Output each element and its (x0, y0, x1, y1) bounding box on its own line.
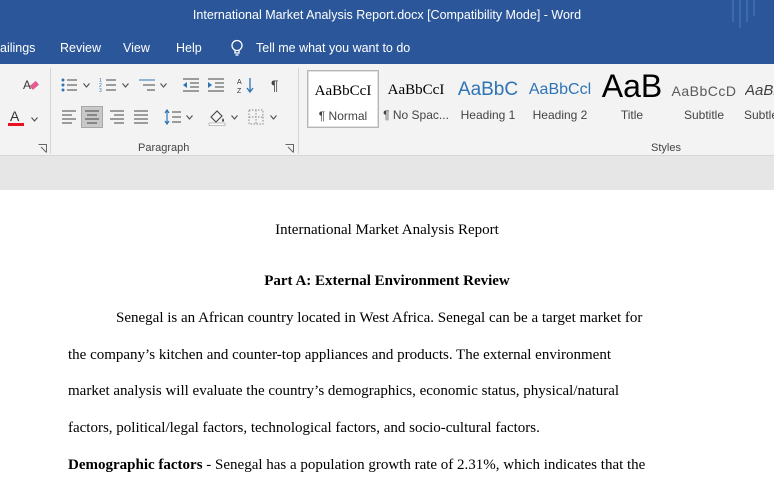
line-spacing-button[interactable] (162, 106, 184, 128)
section-heading: Part A: External Environment Review (264, 273, 510, 289)
style-name: Subtitle (683, 108, 725, 122)
style-preview: AaB (601, 70, 663, 104)
show-formatting-marks-button[interactable]: ¶ (266, 74, 288, 96)
svg-text:A: A (237, 79, 242, 86)
tab-help[interactable]: Help (176, 41, 202, 55)
document-page[interactable]: International Market Analysis Report Par… (0, 190, 774, 493)
style-preview: AaBbCcI (387, 82, 445, 98)
decrease-indent-icon (183, 78, 199, 92)
style-title[interactable]: AaB Title (597, 70, 667, 128)
text-run: - Senegal has a population growth rate o… (202, 457, 646, 473)
style-name: Heading 1 (460, 108, 516, 122)
body-line: Senegal is an African country located in… (116, 310, 643, 326)
svg-text:¶: ¶ (271, 77, 279, 93)
body-line: the company’s kitchen and counter-top ap… (68, 347, 611, 363)
body-line: factors, political/legal factors, techno… (68, 420, 540, 436)
paragraph-group-label: Paragraph (138, 142, 190, 154)
bullets-button[interactable] (58, 74, 80, 96)
align-right-button[interactable] (106, 106, 128, 128)
chevron-down-icon[interactable] (270, 115, 277, 120)
group-separator (298, 68, 299, 154)
svg-text:3: 3 (99, 88, 102, 93)
font-dialog-launcher-icon[interactable] (38, 144, 47, 153)
chevron-down-icon[interactable] (122, 83, 129, 88)
word-window: International Market Analysis Report.doc… (0, 0, 774, 493)
style-preview: AaBbCcI (314, 83, 372, 99)
tell-me-search[interactable]: Tell me what you want to do (256, 41, 410, 55)
tab-mailings[interactable]: ailings (0, 41, 35, 55)
chevron-down-icon[interactable] (83, 83, 90, 88)
bold-run: Demographic factors (68, 457, 203, 473)
numbered-list-icon: 1 2 3 (99, 78, 116, 93)
pilcrow-icon: ¶ (271, 77, 279, 93)
styles-group-label: Styles (651, 142, 681, 154)
style-name: Heading 2 (532, 108, 588, 122)
chevron-down-icon[interactable] (186, 115, 193, 120)
justify-icon (134, 110, 148, 124)
lightbulb-icon[interactable] (230, 39, 244, 57)
window-title: International Market Analysis Report.doc… (192, 8, 582, 22)
font-color-icon: A (8, 108, 24, 126)
style-heading-2[interactable]: AaBbCcl Heading 2 (525, 70, 595, 128)
svg-text:A: A (10, 108, 20, 124)
shading-button[interactable] (206, 106, 228, 128)
style-preview: AaBbC (457, 79, 519, 100)
style-subtitle[interactable]: AaBbCcD Subtitle (669, 70, 739, 128)
decrease-indent-button[interactable] (180, 74, 202, 96)
style-name: Subtle (744, 108, 774, 122)
increase-indent-button[interactable] (205, 74, 227, 96)
chevron-down-icon[interactable] (231, 115, 238, 120)
align-center-icon (85, 110, 99, 124)
chevron-down-icon[interactable] (160, 83, 167, 88)
title-bar: International Market Analysis Report.doc… (0, 0, 774, 33)
body-line: Demographic factors - Senegal has a popu… (68, 457, 645, 474)
style-preview: AaBl (745, 82, 774, 99)
paragraph-dialog-launcher-icon[interactable] (285, 144, 294, 153)
svg-text:Z: Z (237, 88, 242, 94)
group-separator (50, 68, 51, 154)
align-left-button[interactable] (58, 106, 80, 128)
style-no-spacing[interactable]: AaBbCcI ¶ No Spac... (381, 70, 451, 128)
numbering-button[interactable]: 1 2 3 (97, 74, 119, 96)
titlebar-decoration (730, 0, 760, 33)
style-normal[interactable]: AaBbCcI ¶ Normal (307, 70, 379, 128)
justify-button[interactable] (130, 106, 152, 128)
body-line: market analysis will evaluate the countr… (68, 383, 620, 399)
style-preview: AaBbCcl (528, 81, 592, 98)
borders-button[interactable] (245, 106, 267, 128)
sort-icon: A Z (237, 78, 254, 94)
sort-button[interactable]: A Z (235, 74, 257, 96)
document-gutter (0, 157, 774, 190)
align-left-icon (62, 110, 76, 124)
style-name: ¶ Normal (318, 109, 368, 123)
tab-view[interactable]: View (123, 41, 150, 55)
borders-icon (248, 109, 264, 125)
clear-formatting-button[interactable]: A (20, 74, 42, 96)
align-right-icon (110, 110, 124, 124)
tab-review[interactable]: Review (60, 41, 101, 55)
paint-bucket-icon (208, 110, 226, 126)
ribbon: A A 1 2 3 A Z ¶ Paragraph AaBbCcI ¶ Norm… (0, 64, 774, 156)
style-subtle-emphasis[interactable]: AaBl Subtle (741, 70, 774, 128)
bullet-list-icon (61, 78, 77, 92)
multilevel-list-icon (139, 79, 155, 91)
multilevel-list-button[interactable] (136, 74, 158, 96)
svg-text:A: A (23, 78, 31, 92)
chevron-down-icon[interactable] (31, 117, 38, 122)
line-spacing-icon (164, 109, 181, 125)
font-color-button[interactable]: A (4, 106, 28, 128)
increase-indent-icon (208, 78, 224, 92)
style-heading-1[interactable]: AaBbC Heading 1 (453, 70, 523, 128)
style-preview: AaBbCcD (671, 83, 737, 99)
center-align-button[interactable] (81, 106, 103, 128)
eraser-icon: A (23, 78, 39, 92)
style-name: Title (620, 108, 644, 122)
document-title: International Market Analysis Report (275, 222, 499, 238)
ribbon-tabs: ailings Review View Help Tell me what yo… (0, 33, 774, 64)
style-name: ¶ No Spac... (383, 108, 449, 122)
